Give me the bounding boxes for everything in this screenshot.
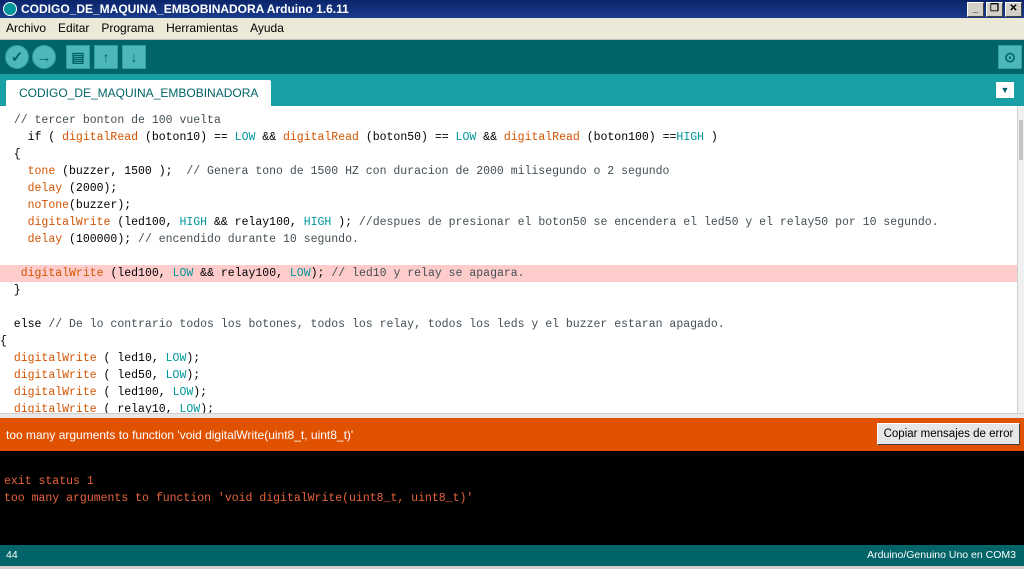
status-bar: 44 Arduino/Genuino Uno en COM3 <box>0 545 1024 566</box>
tab-bar: CODIGO_DE_MAQUINA_EMBOBINADORA ▼ <box>0 74 1024 106</box>
code-line[interactable]: { <box>0 146 1017 163</box>
console-line: too many arguments to function 'void dig… <box>4 492 474 505</box>
toolbar: ✓ → ▤ ↑ ↓ ⊙ <box>0 40 1024 74</box>
code-line[interactable]: digitalWrite ( led10, LOW); <box>0 350 1017 367</box>
menu-herramientas[interactable]: Herramientas <box>166 21 238 35</box>
code-line[interactable]: delay (2000); <box>0 180 1017 197</box>
code-editor[interactable]: // tercer bonton de 100 vuelta if ( digi… <box>0 106 1017 413</box>
serial-monitor-button[interactable]: ⊙ <box>998 45 1022 69</box>
board-port-info: Arduino/Genuino Uno en COM3 <box>867 549 1016 561</box>
code-line[interactable]: digitalWrite (led100, HIGH && relay100, … <box>0 214 1017 231</box>
error-message: too many arguments to function 'void dig… <box>6 428 354 442</box>
save-sketch-button[interactable]: ↓ <box>122 45 146 69</box>
menu-bar: Archivo Editar Programa Herramientas Ayuda <box>0 18 1024 40</box>
tab-menu-dropdown-icon[interactable]: ▼ <box>996 82 1014 98</box>
menu-ayuda[interactable]: Ayuda <box>250 21 284 35</box>
code-line[interactable]: digitalWrite ( relay10, LOW); <box>0 401 1017 413</box>
code-line[interactable]: } <box>0 282 1017 299</box>
console-output: exit status 1 too many arguments to func… <box>0 451 1024 545</box>
error-bar: too many arguments to function 'void dig… <box>0 418 1024 451</box>
code-line[interactable]: else // De lo contrario todos los botone… <box>0 316 1017 333</box>
open-sketch-button[interactable]: ↑ <box>94 45 118 69</box>
code-line[interactable]: digitalWrite ( led100, LOW); <box>0 384 1017 401</box>
scrollbar-thumb[interactable] <box>1019 120 1023 160</box>
code-line[interactable] <box>0 248 1017 265</box>
menu-archivo[interactable]: Archivo <box>6 21 46 35</box>
restore-button[interactable]: ❐ <box>986 2 1003 17</box>
menu-editar[interactable]: Editar <box>58 21 89 35</box>
console-line: exit status 1 <box>4 475 94 488</box>
title-bar: CODIGO_DE_MAQUINA_EMBOBINADORA Arduino 1… <box>0 0 1024 18</box>
code-line[interactable]: digitalWrite ( led50, LOW); <box>0 367 1017 384</box>
code-line[interactable]: noTone(buzzer); <box>0 197 1017 214</box>
copy-error-messages-button[interactable]: Copiar mensajes de error <box>877 423 1020 445</box>
menu-programa[interactable]: Programa <box>101 21 154 35</box>
close-button[interactable]: ✕ <box>1005 2 1022 17</box>
arduino-logo-icon <box>3 2 17 16</box>
code-line[interactable]: delay (100000); // encendido durante 10 … <box>0 231 1017 248</box>
upload-button[interactable]: → <box>32 45 56 69</box>
code-line[interactable] <box>0 299 1017 316</box>
new-sketch-button[interactable]: ▤ <box>66 45 90 69</box>
tab-codigo-de-maquina[interactable]: CODIGO_DE_MAQUINA_EMBOBINADORA <box>6 80 272 106</box>
code-line-error[interactable]: digitalWrite (led100, LOW && relay100, L… <box>0 265 1017 282</box>
code-line[interactable]: // tercer bonton de 100 vuelta <box>0 112 1017 129</box>
window-title: CODIGO_DE_MAQUINA_EMBOBINADORA Arduino 1… <box>21 2 349 16</box>
line-number: 44 <box>6 549 18 561</box>
code-line[interactable]: tone (buzzer, 1500 ); // Genera tono de … <box>0 163 1017 180</box>
editor-scrollbar[interactable] <box>1017 106 1024 413</box>
code-line[interactable]: { <box>0 333 1017 350</box>
verify-button[interactable]: ✓ <box>5 45 29 69</box>
minimize-button[interactable]: _ <box>967 2 984 17</box>
code-line[interactable]: if ( digitalRead (boton10) == LOW && dig… <box>0 129 1017 146</box>
